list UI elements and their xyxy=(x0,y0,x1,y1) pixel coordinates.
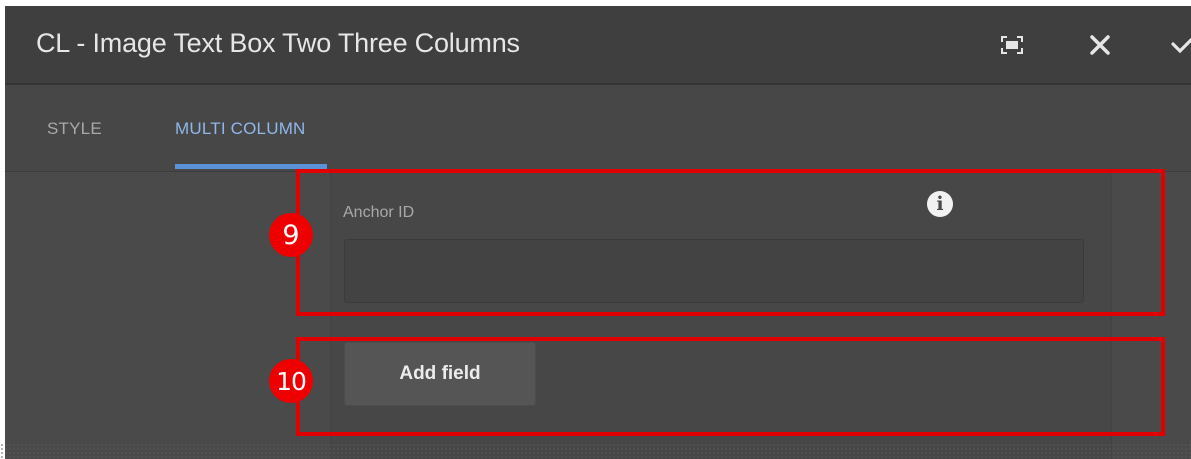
fullscreen-icon[interactable] xyxy=(995,28,1029,62)
tabs-bar: STYLE MULTI COLUMN xyxy=(5,85,1191,172)
close-icon[interactable] xyxy=(1083,28,1117,62)
annotation-box-10 xyxy=(296,337,1165,436)
tab-multi-column[interactable]: MULTI COLUMN xyxy=(175,119,306,139)
dotted-texture xyxy=(0,443,1191,459)
screenshot-stage: CL - Image Text Box Two Three Columns ST… xyxy=(0,0,1191,459)
dialog-title: CL - Image Text Box Two Three Columns xyxy=(36,28,520,58)
checkmark-icon[interactable] xyxy=(1165,28,1191,62)
tab-style[interactable]: STYLE xyxy=(47,119,102,139)
annotation-badge-10: 10 xyxy=(269,359,313,403)
annotation-box-9 xyxy=(296,169,1165,316)
dialog-titlebar: CL - Image Text Box Two Three Columns xyxy=(5,6,1191,85)
annotation-badge-9: 9 xyxy=(269,213,313,257)
